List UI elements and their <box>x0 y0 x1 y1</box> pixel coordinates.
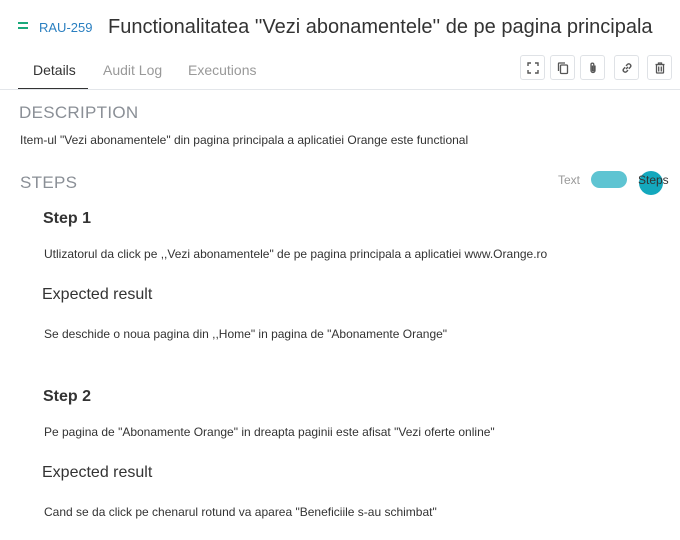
toggle-switch[interactable] <box>591 171 663 195</box>
attachment-icon <box>589 62 596 73</box>
issue-header: RAU-259 Functionalitatea ''Vezi abonamen… <box>0 0 680 56</box>
toggle-text-label[interactable]: Text <box>558 173 580 187</box>
tab-audit-log[interactable]: Audit Log <box>103 62 162 78</box>
text-steps-toggle: Text Steps <box>558 168 673 195</box>
equals-priority-icon <box>18 22 28 30</box>
step-2-title: Step 2 <box>43 388 92 405</box>
step-2-action: Pe pagina de "Abonamente Orange" in drea… <box>44 425 495 439</box>
step-1-title: Step 1 <box>43 210 92 227</box>
step-2-expected-heading: Expected result <box>42 464 153 481</box>
copy-icon <box>557 61 568 74</box>
issue-key[interactable]: RAU-259 <box>39 20 92 35</box>
tab-executions[interactable]: Executions <box>188 62 256 78</box>
steps-heading: STEPS <box>20 173 78 192</box>
step-1-expected-result: Se deschide o noua pagina din ,,Home" in… <box>44 327 448 341</box>
description-heading: DESCRIPTION <box>19 103 139 122</box>
expand-icon <box>526 61 539 74</box>
step-1-action: Utlizatorul da click pe ,,Vezi abonament… <box>44 247 548 261</box>
description-text: Item-ul "Vezi abonamentele" din pagina p… <box>20 133 469 147</box>
link-icon <box>622 62 631 73</box>
step-1-expected-heading: Expected result <box>42 286 153 303</box>
expand-button[interactable] <box>520 55 545 80</box>
tab-details[interactable]: Details <box>33 62 76 78</box>
step-2-expected-result: Cand se da click pe chenarul rotund va a… <box>44 505 437 519</box>
header-divider <box>0 89 680 90</box>
delete-button[interactable] <box>647 55 672 80</box>
trash-icon <box>655 61 664 74</box>
toggle-steps-label[interactable]: Steps <box>638 173 669 187</box>
copy-button[interactable] <box>550 55 575 80</box>
issue-title: Functionalitatea ''Vezi abonamentele'' d… <box>108 16 653 38</box>
attachment-button[interactable] <box>580 55 605 80</box>
link-button[interactable] <box>614 55 639 80</box>
